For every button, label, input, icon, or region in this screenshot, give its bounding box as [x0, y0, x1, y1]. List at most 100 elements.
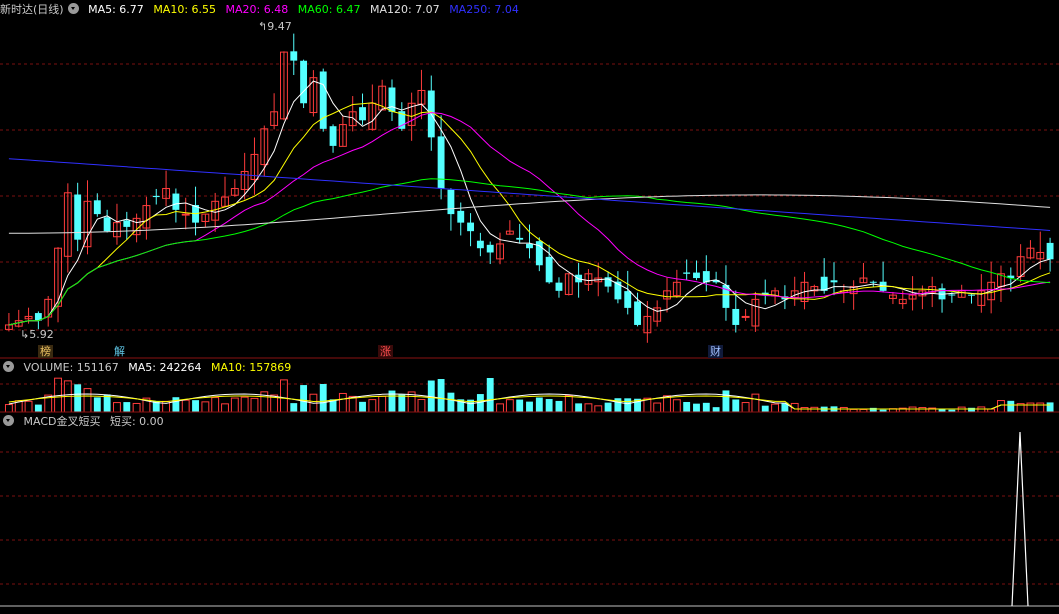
ma250-line — [8, 158, 1051, 231]
volume-bar — [604, 402, 612, 412]
candle-body — [457, 210, 465, 223]
event-marker-1[interactable]: 榜 — [38, 345, 53, 358]
volume-bar — [398, 394, 406, 412]
candle-body — [290, 51, 298, 61]
candle-body — [437, 136, 445, 189]
volume-bar — [575, 403, 583, 412]
candle-body — [624, 291, 632, 308]
ma20-line — [8, 112, 1051, 326]
volume-bar — [584, 403, 593, 413]
volume-bar — [800, 407, 809, 413]
volume-bar — [417, 399, 426, 413]
volume-bar — [693, 403, 700, 412]
candle-body — [683, 272, 691, 274]
volume-bar — [280, 379, 288, 413]
event-marker-3[interactable]: 涨 — [378, 345, 393, 358]
candle-body — [359, 107, 366, 121]
volume-bar — [290, 403, 298, 412]
volume-bar — [526, 401, 533, 412]
low-value: 5.92 — [29, 328, 54, 341]
candle-body — [869, 281, 877, 283]
volume-bar — [1007, 400, 1015, 412]
volume-bar — [516, 399, 524, 412]
candle-body — [555, 282, 563, 291]
volume-bar — [221, 403, 229, 413]
moving-averages — [8, 80, 1051, 326]
candle-body — [1046, 242, 1054, 260]
volume-bar — [230, 397, 239, 413]
volume-bar — [555, 400, 563, 412]
volume-bar — [683, 401, 691, 412]
volume-bar — [741, 402, 750, 413]
high-annotation: ↰9.47 — [258, 20, 292, 33]
volume-bar — [624, 398, 632, 412]
candle-body — [447, 189, 455, 215]
volume-bar — [594, 405, 603, 413]
candle-body — [545, 256, 553, 283]
volume-bar — [437, 379, 445, 412]
grid — [0, 63, 1059, 585]
volume-bar — [653, 402, 662, 413]
candle-body — [476, 240, 484, 249]
volume-bar — [712, 407, 720, 412]
candle-body — [172, 193, 180, 210]
volume-bar — [319, 383, 327, 412]
candle-body — [516, 237, 524, 240]
volume-bar — [1046, 402, 1054, 412]
volume-bar — [250, 397, 259, 413]
candle-body — [329, 126, 337, 146]
volume-bar — [378, 395, 387, 413]
volume-bar — [771, 403, 779, 413]
volume-bar — [192, 400, 199, 412]
candle-body — [388, 87, 396, 112]
candle-body — [181, 213, 190, 216]
candle-body — [93, 200, 101, 215]
volume-bar — [672, 399, 681, 413]
volume-bar — [486, 378, 494, 412]
volume-bar — [1026, 402, 1035, 413]
volume-bar — [132, 402, 141, 413]
volume-bar — [545, 399, 553, 412]
volume-bar — [24, 400, 33, 413]
macd-spike — [0, 431, 1059, 607]
candle-body — [732, 308, 740, 325]
candle-body — [693, 272, 700, 279]
volume-bar — [447, 392, 455, 412]
volume-bar — [1036, 402, 1045, 413]
event-marker-4[interactable]: 财 — [708, 345, 723, 358]
stock-chart[interactable] — [0, 0, 1059, 614]
candle-body — [830, 280, 838, 283]
candle-body — [634, 301, 641, 325]
candle-body — [123, 220, 131, 227]
volume-bar — [123, 402, 131, 412]
volume-bar — [359, 401, 366, 412]
volume-bar — [722, 390, 730, 412]
volume-bar — [74, 384, 82, 412]
candle-body — [526, 243, 533, 249]
volume-bar — [368, 399, 377, 413]
volume-bar — [300, 385, 308, 412]
ma10-line — [8, 102, 1051, 326]
low-annotation: ↳5.92 — [20, 328, 54, 341]
volume-bar — [4, 404, 13, 413]
volume-bar — [34, 404, 42, 412]
volume-bar — [240, 396, 249, 413]
volume-bar — [810, 406, 819, 413]
volume-bar — [181, 399, 190, 413]
volume-bar — [93, 397, 101, 412]
candles — [4, 33, 1054, 343]
volume-bar — [338, 392, 347, 413]
candle-body — [741, 315, 750, 318]
volume-bar — [839, 406, 848, 413]
volume-bar — [564, 395, 573, 413]
volume-bar — [172, 397, 180, 412]
candle-body — [467, 222, 475, 232]
volume-bar — [113, 402, 121, 413]
event-marker-2[interactable]: 解 — [112, 345, 127, 358]
candle-body — [103, 217, 111, 232]
volume-bar — [751, 393, 760, 413]
high-value: 9.47 — [267, 20, 292, 33]
volume-bar — [869, 407, 877, 412]
volume-bar — [732, 399, 740, 412]
volume-bar — [496, 403, 504, 413]
